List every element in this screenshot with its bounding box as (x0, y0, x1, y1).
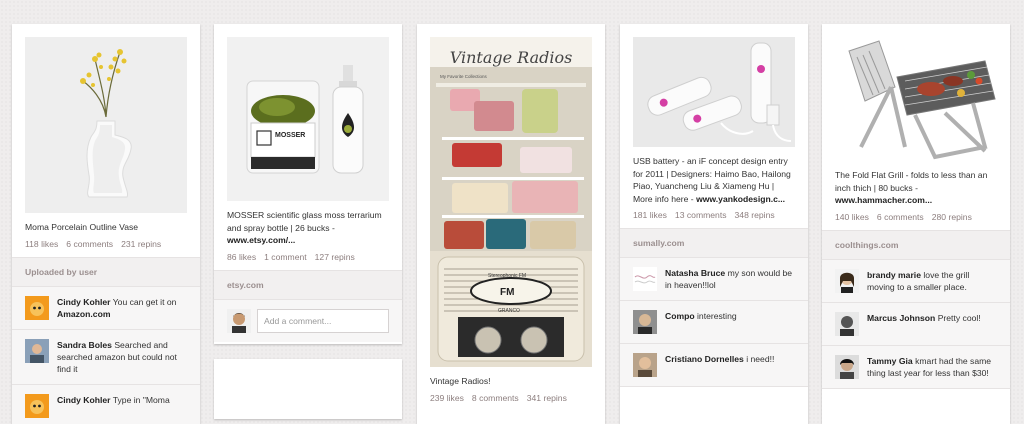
avatar[interactable] (25, 296, 49, 320)
repins-count[interactable]: 341 repins (527, 393, 567, 403)
comment-item: Cristiano Dornelles i need!! (620, 344, 808, 387)
pin-card-usb-battery[interactable]: USB battery - an iF concept design entry… (620, 24, 808, 424)
comments-count[interactable]: 1 comment (264, 252, 307, 262)
pin-source-link[interactable]: www.hammacher.com... (835, 195, 932, 205)
comment-text: interesting (697, 311, 737, 321)
pin-description: MOSSER scientific glass moss terrarium a… (214, 201, 402, 247)
comments-count[interactable]: 13 comments (675, 210, 727, 220)
comments-count[interactable]: 6 comments (877, 212, 924, 222)
grill-image (835, 37, 997, 161)
avatar (227, 309, 251, 333)
avatar[interactable] (25, 394, 49, 418)
avatar[interactable] (835, 312, 859, 336)
comment-text: Pretty cool! (938, 313, 981, 323)
radios-image: Vintage Radios My Favorite Collections (430, 37, 592, 367)
comment-user[interactable]: Marcus Johnson (867, 313, 935, 323)
comment-item: Sandra Boles Searched and searched amazo… (12, 330, 200, 385)
pin-image-vase[interactable] (25, 37, 187, 213)
comment-text: i need!! (746, 354, 774, 364)
pin-stats: 181 likes 13 comments 348 repins (620, 205, 808, 228)
comment-user[interactable]: Tammy Gia (867, 356, 913, 366)
avatar[interactable] (633, 310, 657, 334)
comments-count[interactable]: 6 comments (66, 239, 113, 249)
image-title: Vintage Radios (450, 48, 573, 67)
pin-image-usb-battery[interactable] (633, 37, 795, 147)
comment-item: Cindy Kohler You can get it on Amazon.co… (12, 287, 200, 330)
likes-count[interactable]: 118 likes (25, 239, 58, 249)
vase-image (25, 37, 187, 213)
comment-user[interactable]: brandy marie (867, 270, 921, 280)
avatar[interactable] (835, 355, 859, 379)
battery-image (633, 37, 795, 147)
repins-count[interactable]: 231 repins (121, 239, 161, 249)
pin-source-label[interactable]: coolthings.com (822, 230, 1010, 260)
pin-source-label[interactable]: sumally.com (620, 228, 808, 258)
comments-count[interactable]: 8 comments (472, 393, 519, 403)
avatar[interactable] (633, 353, 657, 377)
pin-image-terrarium[interactable]: MOSSER (227, 37, 389, 201)
pin-stats: 118 likes 6 comments 231 repins (12, 234, 200, 257)
pin-source-label: Uploaded by user (12, 257, 200, 287)
comment-item: Tammy Gia kmart had the same thing last … (822, 346, 1010, 389)
repins-count[interactable]: 127 repins (315, 252, 355, 262)
terrarium-label: MOSSER (275, 132, 305, 139)
pin-source-link[interactable]: www.etsy.com/... (227, 235, 295, 245)
pin-card-vase[interactable]: Moma Porcelain Outline Vase 118 likes 6 c… (12, 24, 200, 424)
pin-description: The Fold Flat Grill - folds to less than… (822, 161, 1010, 207)
comment-text: You can get it on (113, 297, 177, 307)
pin-card-radios[interactable]: Vintage Radios My Favorite Collections (417, 24, 605, 424)
comment-user[interactable]: Cristiano Dornelles (665, 354, 744, 364)
pin-card-grill[interactable]: The Fold Flat Grill - folds to less than… (822, 24, 1010, 424)
add-comment-input[interactable]: Add a comment... (257, 309, 389, 333)
comment-user[interactable]: Compo (665, 311, 695, 321)
avatar[interactable] (633, 267, 657, 291)
comment-user[interactable]: Natasha Bruce (665, 268, 725, 278)
pin-description: USB battery - an iF concept design entry… (620, 147, 808, 205)
pin-description: Moma Porcelain Outline Vase (12, 213, 200, 234)
likes-count[interactable]: 140 likes (835, 212, 869, 222)
comment-item: brandy marie love the grill moving to a … (822, 260, 1010, 303)
avatar[interactable] (25, 339, 49, 363)
radio-band: Stereophonic FM (488, 273, 526, 279)
collection-label: My Favorite Collections (440, 74, 488, 79)
comment-user[interactable]: Cindy Kohler (57, 395, 110, 405)
comment-text: Type in "Moma (113, 395, 170, 405)
pin-card-terrarium[interactable]: MOSSER MOSSER scientific glass moss terr… (214, 24, 402, 344)
pin-card-partial[interactable] (214, 359, 402, 419)
comment-item: Natasha Bruce my son would be in heaven!… (620, 258, 808, 301)
likes-count[interactable]: 86 likes (227, 252, 256, 262)
radio-brand: FM (500, 287, 514, 298)
pin-image-radios[interactable]: Vintage Radios My Favorite Collections (430, 37, 592, 367)
pin-description: Vintage Radios! (417, 367, 605, 388)
pin-source-label[interactable]: etsy.com (214, 270, 402, 300)
pin-stats: 239 likes 8 comments 341 repins (417, 388, 605, 411)
likes-count[interactable]: 239 likes (430, 393, 464, 403)
repins-count[interactable]: 280 repins (932, 212, 972, 222)
avatar[interactable] (835, 269, 859, 293)
terrarium-image: MOSSER (227, 37, 389, 201)
comment-user[interactable]: Cindy Kohler (57, 297, 110, 307)
comment-link[interactable]: Amazon.com (57, 309, 110, 319)
add-comment-row: Add a comment... (214, 300, 402, 342)
repins-count[interactable]: 348 repins (735, 210, 775, 220)
pin-stats: 140 likes 6 comments 280 repins (822, 207, 1010, 230)
pin-source-link[interactable]: www.yankodesign.c... (696, 194, 785, 204)
comment-item: Marcus Johnson Pretty cool! (822, 303, 1010, 346)
pin-stats: 86 likes 1 comment 127 repins (214, 247, 402, 270)
pin-image-grill[interactable] (835, 37, 997, 161)
comment-item: Cindy Kohler Type in "Moma (12, 385, 200, 424)
comment-item: Compo interesting (620, 301, 808, 344)
radio-maker: GRANCO (498, 308, 520, 314)
comment-user[interactable]: Sandra Boles (57, 340, 112, 350)
likes-count[interactable]: 181 likes (633, 210, 667, 220)
